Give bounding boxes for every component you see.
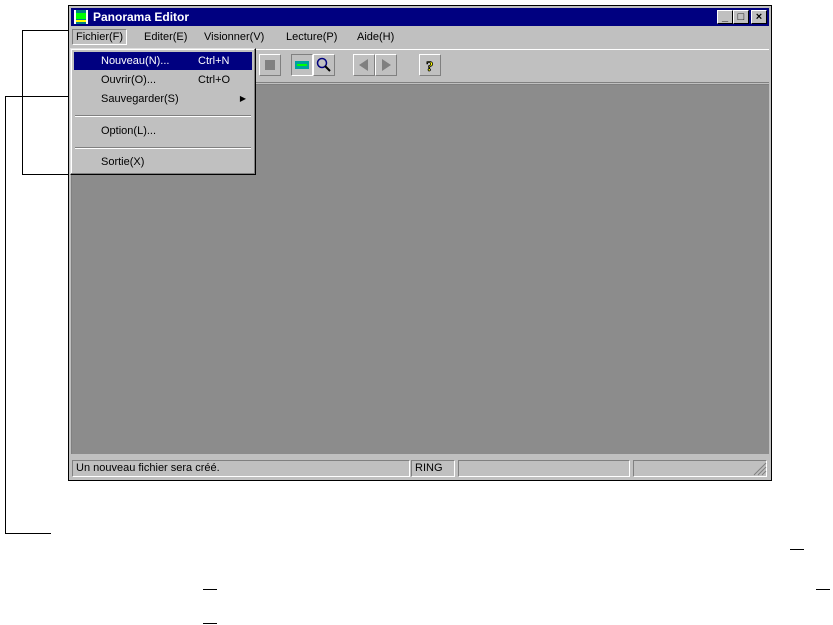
resize-grip-icon[interactable]: [753, 462, 767, 476]
status-pane-3: [458, 460, 630, 477]
title-bar[interactable]: Panorama Editor _ □ ×: [71, 8, 769, 26]
annotation-line: [5, 533, 51, 534]
maximize-button[interactable]: □: [733, 10, 749, 24]
fichier-dropdown-menu: Nouveau(N)... Ctrl+N Ouvrir(O)... Ctrl+O…: [70, 48, 256, 175]
toolbar-panorama-button[interactable]: [291, 54, 313, 76]
annotation-line: [5, 96, 68, 97]
minimize-icon: _: [721, 11, 729, 23]
toolbar-stop-button[interactable]: [259, 54, 281, 76]
prev-icon: [359, 59, 368, 71]
menu-fichier[interactable]: Fichier(F): [72, 29, 128, 45]
panorama-app-icon: [74, 10, 88, 24]
next-icon: [382, 59, 391, 71]
zoom-icon: [316, 57, 331, 72]
toolbar-help-button[interactable]: ?: [419, 54, 441, 76]
annotation-dash: [790, 549, 804, 550]
annotation-line: [22, 174, 68, 175]
menu-aide[interactable]: Aide(H): [354, 29, 397, 45]
menu-separator: [75, 115, 251, 117]
maximize-icon: □: [737, 11, 745, 23]
menu-item-sauvegarder[interactable]: Sauvegarder(S) ▶: [74, 90, 252, 108]
annotation-bracket-left: [5, 96, 6, 533]
menu-visionner[interactable]: Visionner(V): [201, 29, 267, 45]
menu-item-sortie[interactable]: Sortie(X): [74, 153, 252, 171]
svg-text:?: ?: [426, 59, 434, 75]
menu-separator: [75, 147, 251, 149]
menu-item-nouveau[interactable]: Nouveau(N)... Ctrl+N: [74, 52, 252, 70]
menu-bar: Fichier(F) Editer(E) Visionner(V) Lectur…: [71, 28, 769, 46]
status-bar: Un nouveau fichier sera créé. RING: [71, 458, 769, 478]
annotation-line: [22, 30, 68, 31]
window-title: Panorama Editor: [93, 10, 190, 24]
close-icon: ×: [755, 11, 763, 23]
annotation-dash: [203, 623, 217, 624]
toolbar-prev-button[interactable]: [353, 54, 375, 76]
panorama-view-icon: [295, 61, 309, 69]
annotation-dash: [816, 589, 830, 590]
menu-lecture[interactable]: Lecture(P): [283, 29, 340, 45]
status-message: Un nouveau fichier sera créé.: [72, 460, 410, 477]
status-pane-4: [633, 460, 767, 477]
menu-item-option[interactable]: Option(L)...: [74, 122, 252, 140]
submenu-arrow-icon: ▶: [239, 94, 246, 103]
menu-item-ouvrir[interactable]: Ouvrir(O)... Ctrl+O: [74, 71, 252, 89]
minimize-button[interactable]: _: [717, 10, 733, 24]
annotation-dash: [203, 589, 217, 590]
toolbar-zoom-button[interactable]: [313, 54, 335, 76]
menu-editer[interactable]: Editer(E): [141, 29, 190, 45]
status-mode: RING: [411, 460, 455, 477]
help-icon: ?: [426, 59, 434, 76]
annotation-bracket-top: [22, 30, 23, 175]
toolbar-next-button[interactable]: [375, 54, 397, 76]
stop-icon: [265, 60, 275, 70]
close-button[interactable]: ×: [751, 10, 767, 24]
